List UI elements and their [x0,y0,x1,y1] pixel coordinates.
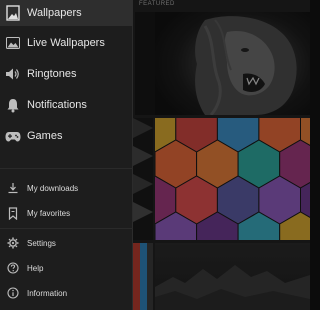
nav-item-label: Games [27,130,63,142]
nav-item-label: Live Wallpapers [27,37,105,49]
nav-item-label: Wallpapers [27,7,82,19]
gear-icon [6,236,20,250]
wallpaper-tile-mountains[interactable] [155,243,310,310]
nav-item-label: Settings [27,238,56,248]
image-icon [5,5,21,21]
nav-item-label: Information [27,288,68,298]
wallpaper-tile-lion[interactable] [135,12,310,115]
speaker-icon [5,66,21,82]
nav-item-notifications[interactable]: Notifications [0,92,133,118]
nav-item-my-favorites[interactable]: My favorites [0,203,133,223]
nav-item-my-downloads[interactable]: My downloads [0,178,133,198]
nav-item-label: My downloads [27,183,79,193]
nav-item-ringtones[interactable]: Ringtones [0,61,133,87]
hexagon-pattern [155,118,310,240]
lion-image [195,16,297,115]
wallpaper-tile-hex-strip[interactable] [133,118,153,240]
nav-item-label: Notifications [27,99,87,111]
drawer-divider [0,168,133,169]
help-icon [6,261,20,275]
nav-item-help[interactable]: Help [0,258,133,278]
info-icon [6,286,20,300]
wallpaper-tile-strip[interactable] [133,243,153,310]
bookmark-icon [6,206,20,220]
download-icon [6,181,20,195]
nav-item-live-wallpapers[interactable]: Live Wallpapers [0,30,133,56]
landscape-icon [5,35,21,51]
wallpaper-grid: FEATURED [133,0,310,310]
nav-item-wallpapers[interactable]: Wallpapers [0,0,133,26]
navigation-drawer: Wallpapers Live Wallpapers Ringtones Not… [0,0,133,310]
bell-icon [5,97,21,113]
drawer-divider [0,228,133,229]
section-label: FEATURED [139,1,175,7]
nav-item-information[interactable]: Information [0,283,133,303]
nav-item-games[interactable]: Games [0,123,133,149]
nav-item-label: Ringtones [27,68,77,80]
nav-item-label: Help [27,263,44,273]
wallpaper-tile-hexagons[interactable] [155,118,310,240]
wallpaper-tile-dark[interactable] [135,12,155,115]
gamepad-icon [5,128,21,144]
nav-item-settings[interactable]: Settings [0,233,133,253]
nav-item-label: My favorites [27,208,71,218]
